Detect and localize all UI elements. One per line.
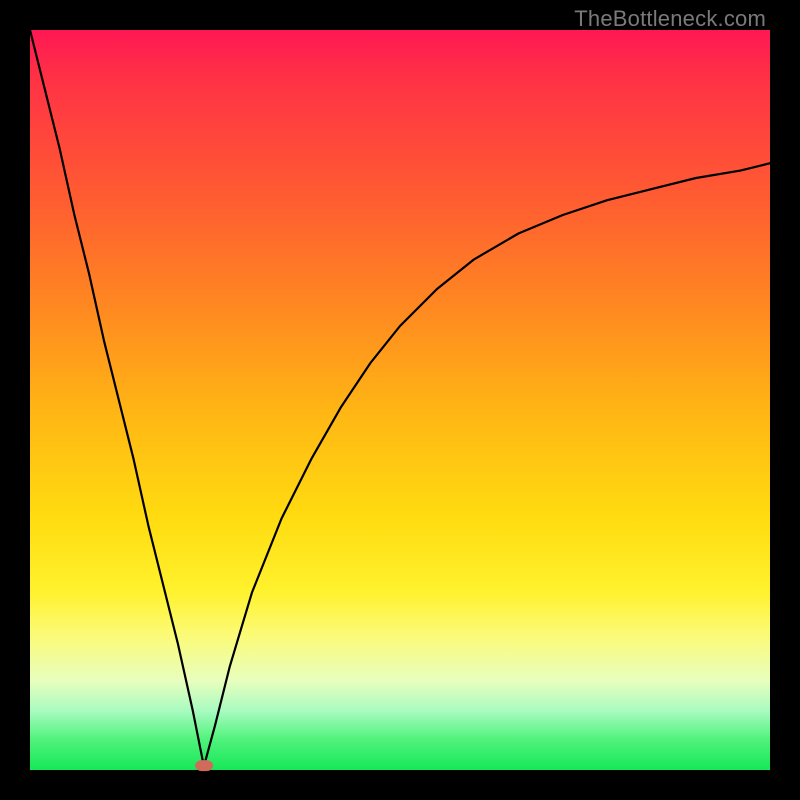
chart-frame: TheBottleneck.com (0, 0, 800, 800)
plot-area (30, 30, 770, 770)
optimum-marker-icon (195, 760, 213, 772)
watermark-text: TheBottleneck.com (574, 6, 766, 32)
bottleneck-curve (30, 30, 770, 770)
